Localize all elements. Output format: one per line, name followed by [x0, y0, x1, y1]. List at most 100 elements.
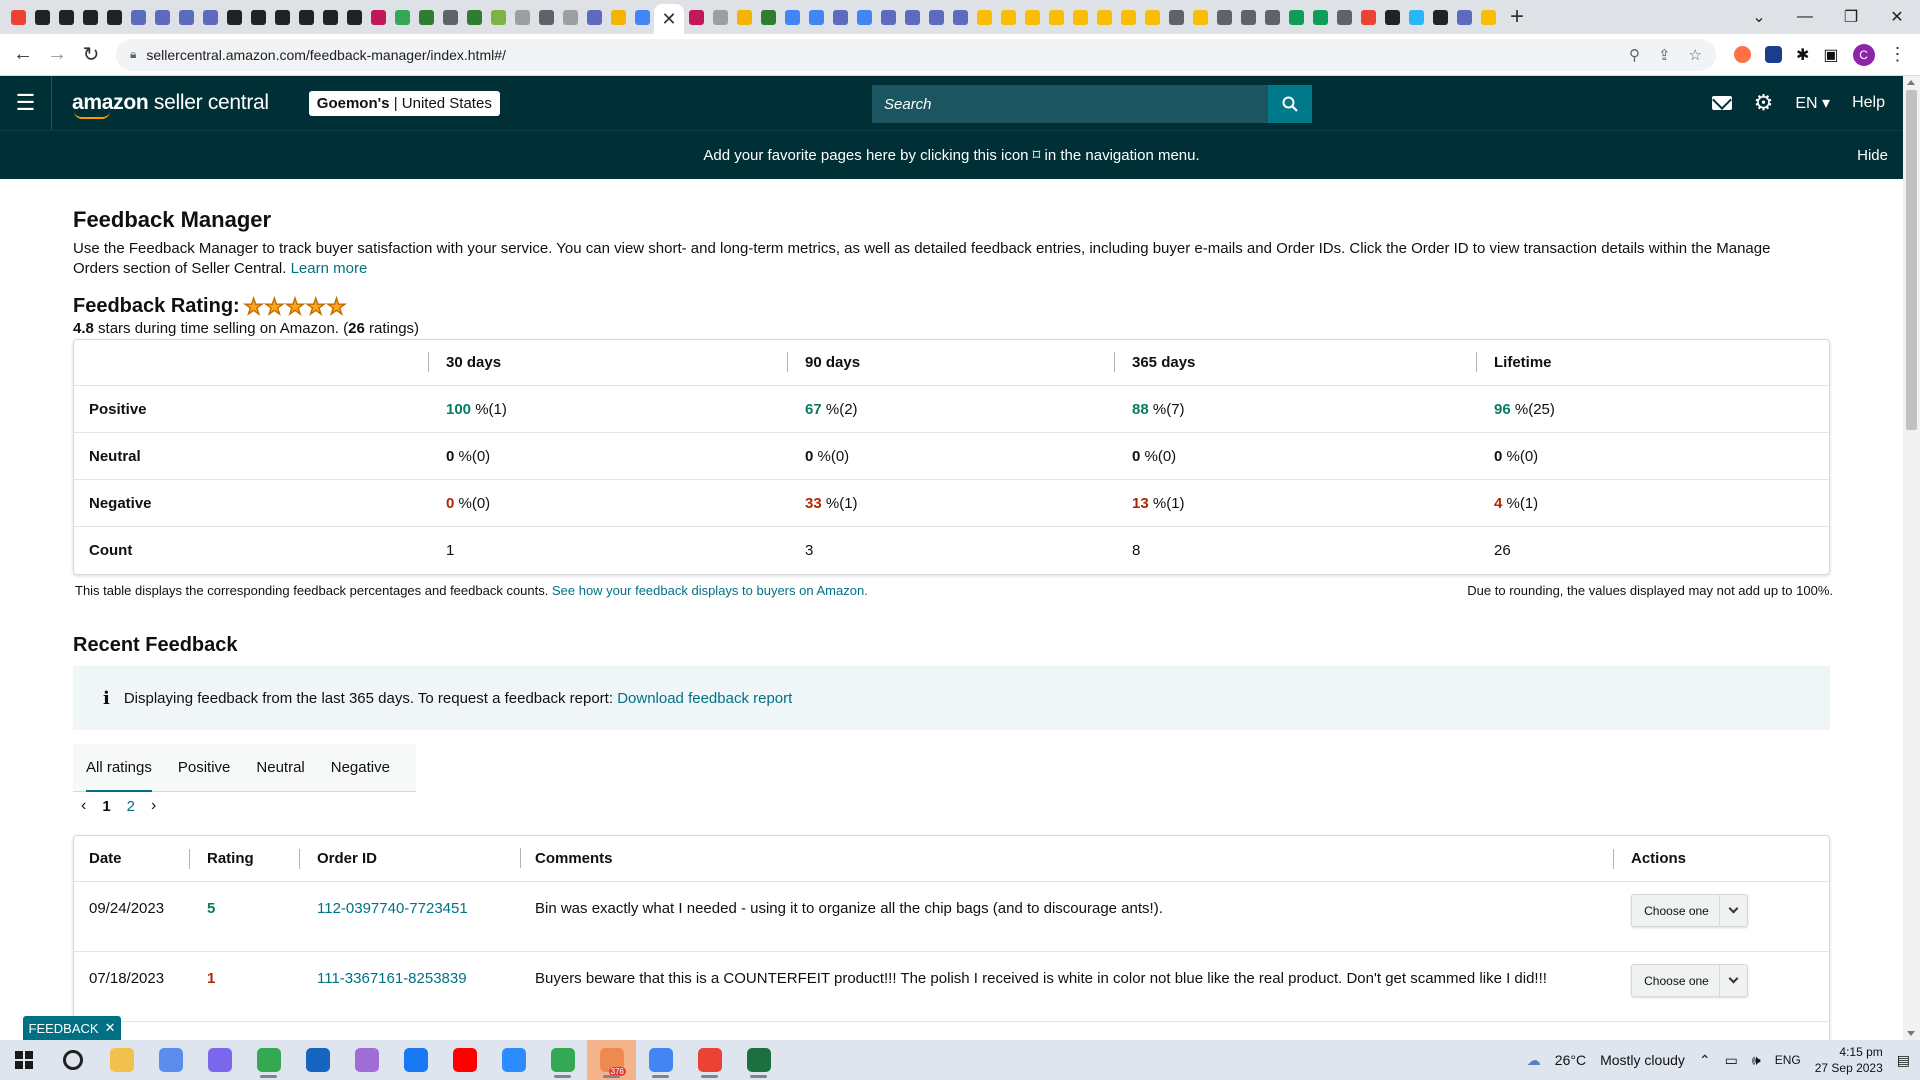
- scroll-up-icon[interactable]: [1907, 80, 1915, 85]
- browser-tab[interactable]: [1356, 0, 1380, 34]
- weather-icon[interactable]: ☁: [1527, 1052, 1541, 1069]
- scrollbar-thumb[interactable]: [1906, 90, 1917, 430]
- reload-icon[interactable]: ↻: [74, 42, 108, 67]
- browser-tab[interactable]: [414, 0, 438, 34]
- browser-tab[interactable]: [708, 0, 732, 34]
- side-panel-icon[interactable]: ▣: [1823, 45, 1838, 65]
- language-selector[interactable]: EN ▾: [1795, 93, 1830, 113]
- browser-tab[interactable]: [852, 0, 876, 34]
- browser-tab[interactable]: [510, 0, 534, 34]
- taskbar-app-icon[interactable]: [195, 1040, 244, 1080]
- chevron-down-icon[interactable]: [1719, 965, 1747, 996]
- browser-tab[interactable]: [606, 0, 630, 34]
- taskbar-app-icon[interactable]: [489, 1040, 538, 1080]
- browser-tab[interactable]: [1068, 0, 1092, 34]
- chevron-left-icon[interactable]: ‹: [81, 797, 86, 815]
- browser-tab[interactable]: [198, 0, 222, 34]
- browser-tab[interactable]: [1188, 0, 1212, 34]
- language-indicator[interactable]: ENG: [1775, 1053, 1801, 1067]
- browser-tab[interactable]: [30, 0, 54, 34]
- browser-tab[interactable]: [342, 0, 366, 34]
- windows-start-icon[interactable]: [0, 1051, 48, 1069]
- minimize-icon[interactable]: —: [1782, 8, 1828, 26]
- browser-tab[interactable]: [972, 0, 996, 34]
- browser-tab[interactable]: [582, 0, 606, 34]
- lock-icon[interactable]: 🔒︎: [130, 47, 136, 62]
- puzzle-icon[interactable]: ✱: [1796, 45, 1809, 65]
- browser-tab[interactable]: [684, 0, 708, 34]
- browser-tab[interactable]: [1260, 0, 1284, 34]
- browser-tab[interactable]: [246, 0, 270, 34]
- browser-tab[interactable]: [804, 0, 828, 34]
- volume-icon[interactable]: 🕪︎: [1752, 1052, 1761, 1069]
- browser-tab[interactable]: [630, 0, 654, 34]
- browser-tab[interactable]: [270, 0, 294, 34]
- tray-chevron-icon[interactable]: ⌃: [1699, 1052, 1711, 1069]
- taskbar-app-icon[interactable]: [391, 1040, 440, 1080]
- browser-tab[interactable]: [6, 0, 30, 34]
- tab-positive[interactable]: Positive: [165, 744, 244, 792]
- notification-icon[interactable]: ▤: [1897, 1052, 1910, 1069]
- bookmark-star-icon[interactable]: ☆: [1689, 46, 1702, 64]
- feedback-widget-tab[interactable]: FEEDBACK ✕: [23, 1016, 121, 1040]
- browser-tab[interactable]: [1476, 0, 1500, 34]
- choose-one-dropdown[interactable]: Choose one: [1631, 964, 1748, 997]
- browser-tab[interactable]: [996, 0, 1020, 34]
- profile-avatar[interactable]: C: [1852, 43, 1875, 66]
- browser-tab[interactable]: [1284, 0, 1308, 34]
- browser-tab[interactable]: [462, 0, 486, 34]
- browser-tab[interactable]: [1452, 0, 1476, 34]
- tab-all-ratings[interactable]: All ratings: [73, 744, 165, 792]
- browser-tab[interactable]: [948, 0, 972, 34]
- store-selector[interactable]: Goemon's | United States: [308, 90, 500, 116]
- browser-tab[interactable]: [1092, 0, 1116, 34]
- download-report-link[interactable]: Download feedback report: [617, 690, 792, 707]
- tab-search-icon[interactable]: ⌄: [1736, 7, 1782, 27]
- browser-tab[interactable]: [150, 0, 174, 34]
- taskbar-app-icon[interactable]: 376: [587, 1040, 636, 1080]
- browser-tab[interactable]: [318, 0, 342, 34]
- browser-tab[interactable]: [876, 0, 900, 34]
- page-scrollbar[interactable]: [1903, 76, 1920, 1040]
- browser-tab[interactable]: [78, 0, 102, 34]
- browser-tab[interactable]: [1140, 0, 1164, 34]
- taskbar-app-icon[interactable]: [636, 1040, 685, 1080]
- taskbar-app-icon[interactable]: [685, 1040, 734, 1080]
- browser-tab[interactable]: [732, 0, 756, 34]
- search-input[interactable]: Search: [872, 85, 1268, 123]
- browser-tab[interactable]: [1380, 0, 1404, 34]
- help-link[interactable]: Help: [1852, 94, 1885, 112]
- taskbar-app-icon[interactable]: [538, 1040, 587, 1080]
- maximize-icon[interactable]: ❐: [1828, 7, 1874, 27]
- taskbar-app-icon[interactable]: [48, 1040, 97, 1080]
- browser-tab[interactable]: [366, 0, 390, 34]
- menu-icon[interactable]: ⋮: [1889, 44, 1907, 65]
- order-id-link[interactable]: 112-0397740-7723451: [317, 900, 468, 917]
- close-window-icon[interactable]: ✕: [1874, 7, 1920, 27]
- tab-negative[interactable]: Negative: [318, 744, 403, 792]
- learn-more-link[interactable]: Learn more: [291, 260, 368, 277]
- taskbar-app-icon[interactable]: [244, 1040, 293, 1080]
- browser-tab[interactable]: [390, 0, 414, 34]
- browser-tab[interactable]: [1164, 0, 1188, 34]
- page-number[interactable]: 1: [102, 798, 110, 815]
- taskbar-app-icon[interactable]: [97, 1040, 146, 1080]
- browser-tab[interactable]: [1212, 0, 1236, 34]
- amazon-seller-central-logo[interactable]: amazon seller central: [72, 91, 269, 119]
- zoom-icon[interactable]: ⚲: [1629, 46, 1640, 64]
- page-number[interactable]: 2: [127, 798, 135, 815]
- browser-tab[interactable]: [1332, 0, 1356, 34]
- browser-tab[interactable]: [1020, 0, 1044, 34]
- browser-tab[interactable]: [900, 0, 924, 34]
- taskbar-app-icon[interactable]: [342, 1040, 391, 1080]
- gear-icon[interactable]: ⚙: [1754, 90, 1774, 116]
- order-id-link[interactable]: 111-3367161-8253839: [317, 970, 467, 987]
- hide-banner-link[interactable]: Hide: [1857, 147, 1888, 164]
- mail-icon[interactable]: [1711, 96, 1732, 110]
- tab-neutral[interactable]: Neutral: [243, 744, 317, 792]
- browser-tab[interactable]: [126, 0, 150, 34]
- hamburger-menu-icon[interactable]: ☰: [0, 76, 52, 130]
- browser-tab[interactable]: [486, 0, 510, 34]
- browser-tab[interactable]: [1404, 0, 1428, 34]
- browser-tab[interactable]: [1236, 0, 1260, 34]
